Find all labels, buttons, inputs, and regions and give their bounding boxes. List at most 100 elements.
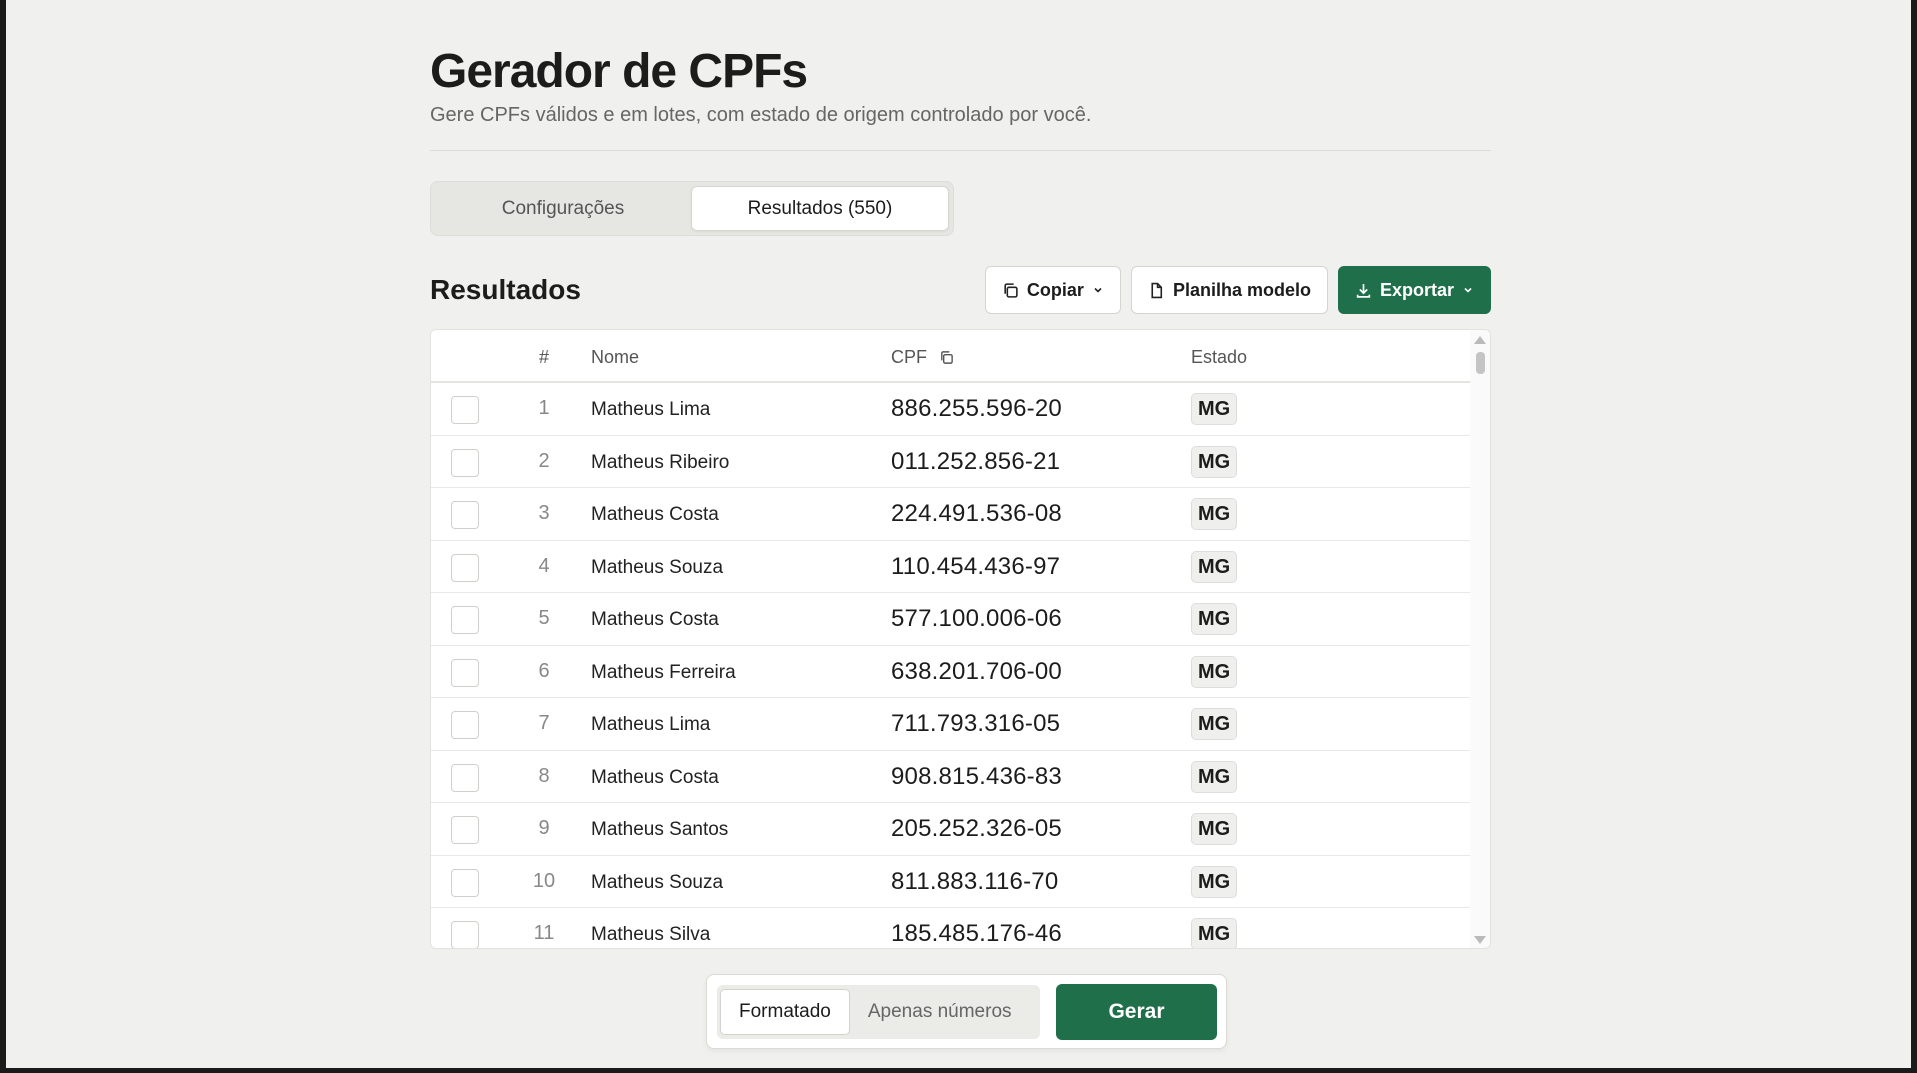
chevron-down-icon — [1094, 287, 1102, 293]
row-number: 6 — [538, 659, 550, 682]
app-window: Gerador de CPFs Gere CPFs válidos e em l… — [6, 0, 1911, 1068]
download-icon — [1356, 283, 1371, 298]
table-row[interactable]: 7 Matheus Lima 711.793.316-05 MG — [431, 698, 1471, 751]
row-cpf[interactable]: 638.201.706-00 — [891, 658, 1062, 686]
bottom-toolbar: Formatado Apenas números Gerar — [706, 974, 1227, 1049]
table-row[interactable]: 4 Matheus Souza 110.454.436-97 MG — [431, 541, 1471, 593]
row-checkbox[interactable] — [451, 501, 479, 529]
row-cpf[interactable]: 886.255.596-20 — [891, 395, 1062, 423]
table-row[interactable]: 5 Matheus Costa 577.100.006-06 MG — [431, 593, 1471, 646]
row-number: 4 — [538, 554, 550, 577]
column-header-estado[interactable]: Estado — [1191, 347, 1247, 368]
file-icon — [1151, 282, 1163, 298]
results-table: # Nome CPF Estado 1 Matheus Lima 886.255.5… — [430, 329, 1491, 949]
row-name: Matheus Lima — [591, 399, 711, 420]
table-row[interactable]: 3 Matheus Costa 224.491.536-08 MG — [431, 488, 1471, 541]
table-row[interactable]: 1 Matheus Lima 886.255.596-20 MG — [431, 383, 1471, 436]
row-number: 9 — [538, 817, 550, 839]
copy-icon — [1004, 282, 1018, 298]
column-header-cpf: CPF — [891, 347, 954, 368]
row-number: 2 — [538, 449, 550, 472]
divider — [430, 150, 1491, 151]
row-name: Matheus Souza — [591, 871, 724, 893]
copy-button[interactable]: Copiar — [984, 266, 1121, 314]
row-name: Matheus Ribeiro — [591, 451, 730, 473]
row-checkbox[interactable] — [451, 868, 479, 897]
row-cpf[interactable]: 205.252.326-05 — [891, 815, 1062, 843]
row-number: 1 — [538, 397, 550, 419]
row-checkbox[interactable] — [451, 658, 479, 687]
row-cpf[interactable]: 185.485.176-46 — [891, 920, 1062, 948]
row-cpf[interactable]: 811.883.116-70 — [891, 868, 1058, 896]
row-name: Matheus Souza — [591, 556, 724, 578]
row-name: Matheus Costa — [591, 504, 719, 525]
scroll-up-arrow[interactable] — [1474, 336, 1486, 344]
row-name: Matheus Silva — [591, 924, 711, 945]
results-title: Resultados — [430, 274, 581, 305]
state-badge: MG — [1191, 760, 1238, 793]
row-cpf[interactable]: 110.454.436-97 — [891, 553, 1060, 581]
row-name: Matheus Costa — [591, 609, 719, 630]
tab-resultados[interactable]: Resultados (550) — [691, 186, 949, 231]
scroll-thumb[interactable] — [1476, 352, 1485, 374]
row-number: 8 — [538, 764, 550, 787]
row-name: Matheus Ferreira — [591, 661, 736, 683]
row-checkbox[interactable] — [451, 606, 479, 634]
template-button-label: Planilha modelo — [1172, 279, 1311, 300]
row-checkbox[interactable] — [451, 553, 479, 582]
tab-bar: Configurações Resultados (550) — [430, 181, 954, 236]
page-subtitle: Gere CPFs válidos e em lotes, com estado… — [430, 104, 1092, 126]
format-numbers-option[interactable]: Apenas números — [850, 989, 1030, 1035]
table-row[interactable]: 8 Matheus Costa 908.815.436-83 MG — [431, 751, 1471, 803]
table-row[interactable]: 6 Matheus Ferreira 638.201.706-00 MG — [431, 646, 1471, 698]
row-checkbox[interactable] — [451, 763, 479, 792]
format-formatted-option[interactable]: Formatado — [720, 989, 850, 1035]
row-cpf[interactable]: 011.252.856-21 — [891, 448, 1060, 476]
table-row[interactable]: 9 Matheus Santos 205.252.326-05 MG — [431, 803, 1471, 856]
row-checkbox[interactable] — [451, 448, 479, 477]
row-checkbox[interactable] — [451, 816, 479, 844]
state-badge: MG — [1191, 865, 1238, 898]
template-button[interactable]: Planilha modelo — [1130, 266, 1328, 314]
column-header-cpf-label: CPF — [891, 347, 927, 367]
row-number: 7 — [538, 712, 550, 734]
state-badge: MG — [1191, 708, 1238, 740]
row-cpf[interactable]: 224.491.536-08 — [891, 500, 1062, 528]
row-cpf[interactable]: 711.793.316-05 — [891, 710, 1060, 738]
column-header-nome[interactable]: Nome — [591, 347, 639, 368]
row-number: 10 — [532, 869, 556, 892]
table-row[interactable]: 2 Matheus Ribeiro 011.252.856-21 MG — [431, 436, 1471, 488]
row-checkbox[interactable] — [451, 396, 479, 424]
state-badge: MG — [1191, 603, 1238, 635]
page-title: Gerador de CPFs — [430, 45, 808, 98]
row-number: 3 — [538, 502, 550, 524]
table-row[interactable]: 11 Matheus Silva 185.485.176-46 MG — [431, 908, 1471, 948]
table-body: 1 Matheus Lima 886.255.596-20 MG 2 Matheus Ri… — [431, 383, 1471, 948]
row-name: Matheus Costa — [591, 766, 719, 788]
row-number: 11 — [533, 922, 555, 944]
row-checkbox[interactable] — [451, 921, 479, 948]
table-header: # Nome CPF Estado — [431, 330, 1471, 383]
row-number: 5 — [538, 607, 550, 629]
state-badge: MG — [1191, 918, 1238, 948]
row-cpf[interactable]: 908.815.436-83 — [891, 763, 1062, 791]
chevron-down-icon — [1464, 287, 1472, 293]
state-badge: MG — [1191, 550, 1238, 583]
format-toggle: Formatado Apenas números — [717, 985, 1040, 1039]
state-badge: MG — [1191, 393, 1238, 425]
row-cpf[interactable]: 577.100.006-06 — [891, 605, 1062, 633]
state-badge: MG — [1191, 498, 1238, 530]
tab-configuracoes[interactable]: Configurações — [435, 186, 691, 231]
row-name: Matheus Santos — [591, 819, 729, 840]
export-button-label: Exportar — [1379, 279, 1454, 300]
table-scrollbar[interactable] — [1470, 330, 1490, 948]
state-badge: MG — [1191, 655, 1238, 688]
table-row[interactable]: 10 Matheus Souza 811.883.116-70 MG — [431, 856, 1471, 908]
scroll-down-arrow[interactable] — [1474, 936, 1486, 944]
state-badge: MG — [1191, 813, 1238, 845]
export-button[interactable]: Exportar — [1337, 266, 1491, 314]
copy-column-icon[interactable] — [939, 350, 954, 365]
row-checkbox[interactable] — [451, 711, 479, 739]
column-header-num: # — [538, 347, 549, 367]
generate-button[interactable]: Gerar — [1056, 984, 1217, 1040]
